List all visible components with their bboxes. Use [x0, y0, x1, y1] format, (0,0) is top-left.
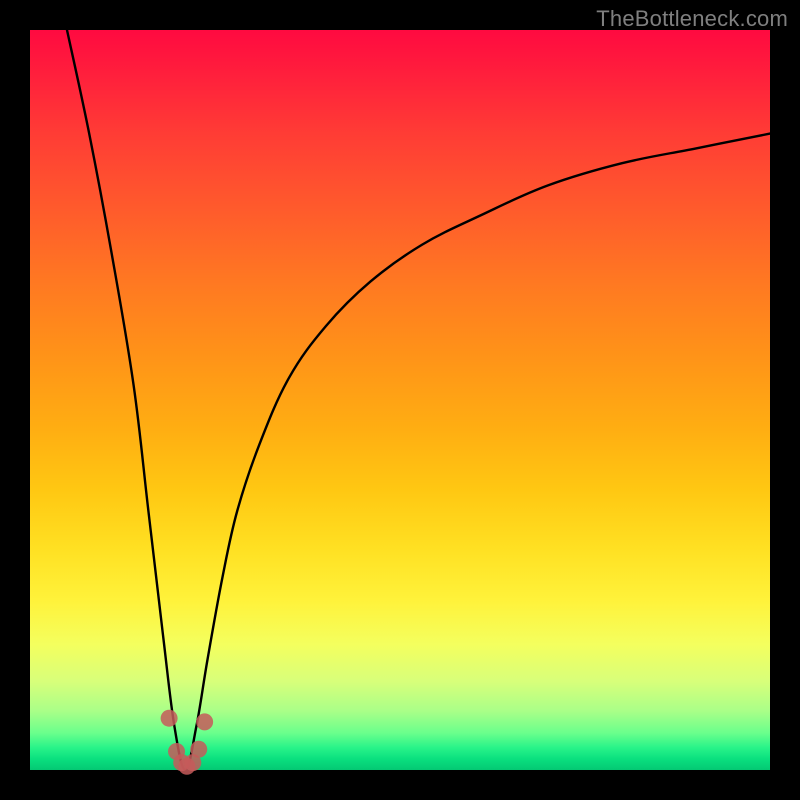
plot-area: [30, 30, 770, 770]
curve-svg: [30, 30, 770, 770]
reference-point: [196, 713, 213, 730]
reference-point: [161, 710, 178, 727]
reference-point: [190, 741, 207, 758]
reference-points-group: [161, 710, 214, 775]
bottleneck-curve: [67, 30, 770, 770]
watermark-text: TheBottleneck.com: [596, 6, 788, 32]
outer-frame: TheBottleneck.com: [0, 0, 800, 800]
